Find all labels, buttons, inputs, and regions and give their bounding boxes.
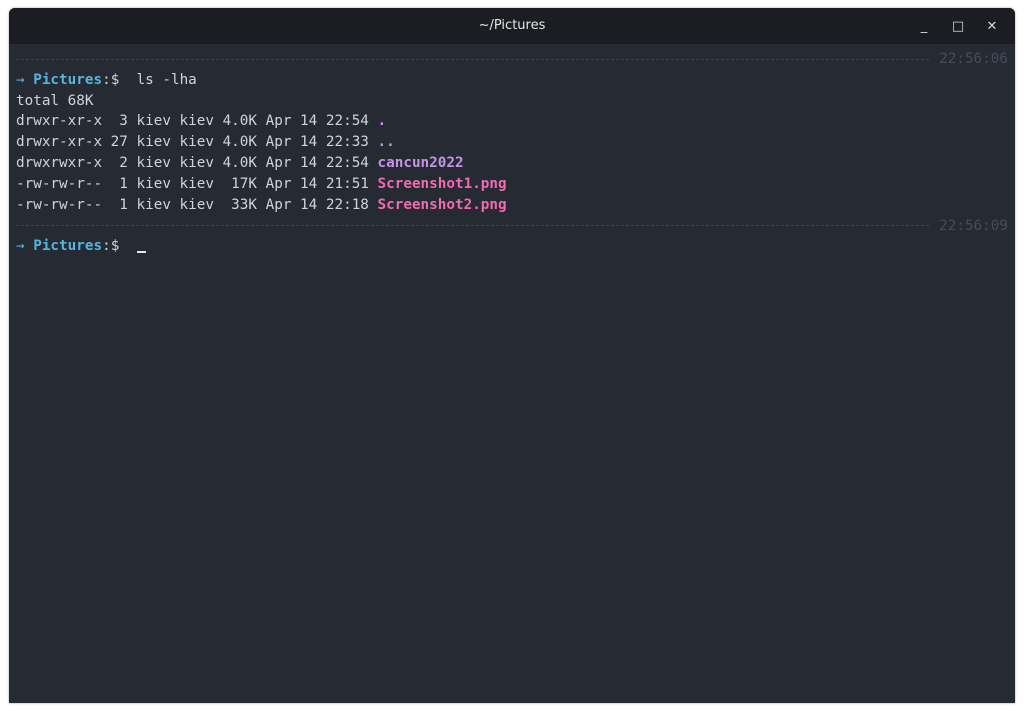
separator-rule — [16, 225, 930, 227]
terminal-output[interactable]: 22:56:06 → Pictures:$ ls -lha total 68K … — [9, 44, 1015, 703]
close-icon: ✕ — [986, 18, 998, 34]
listing-meta: drwxr-xr-x 3 kiev kiev 4.0K Apr 14 22:54 — [16, 113, 378, 130]
window-controls: _ □ ✕ — [907, 8, 1009, 44]
separator-rule — [16, 58, 930, 60]
prompt-line: → Pictures:$ ls -lha — [16, 70, 1008, 91]
close-button[interactable]: ✕ — [975, 8, 1009, 44]
listing-row: -rw-rw-r-- 1 kiev kiev 33K Apr 14 22:18 … — [16, 195, 1008, 216]
text-cursor — [136, 251, 146, 254]
listing-meta: -rw-rw-r-- 1 kiev kiev 33K Apr 14 22:18 — [16, 196, 378, 213]
command-separator: 22:56:09 — [16, 215, 1008, 236]
command-text: ls -lha — [136, 71, 197, 88]
listing-row: drwxr-xr-x 3 kiev kiev 4.0K Apr 14 22:54… — [16, 111, 1008, 132]
output-total: total 68K — [16, 92, 94, 109]
window-title: ~/Pictures — [478, 18, 546, 33]
prompt-directory: Pictures — [33, 238, 103, 255]
command-timestamp: 22:56:06 — [939, 51, 1008, 68]
listing-meta: -rw-rw-r-- 1 kiev kiev 17K Apr 14 21:51 — [16, 175, 378, 192]
prompt-directory: Pictures — [33, 71, 103, 88]
command-separator: 22:56:06 — [16, 49, 1008, 70]
maximize-icon: □ — [951, 18, 965, 34]
listing-meta: drwxr-xr-x 27 kiev kiev 4.0K Apr 14 22:3… — [16, 134, 378, 151]
listing-row: -rw-rw-r-- 1 kiev kiev 17K Apr 14 21:51 … — [16, 174, 1008, 195]
prompt-line[interactable]: → Pictures:$ — [16, 236, 1008, 257]
prompt-arrow-icon: → — [16, 71, 25, 88]
title-bar[interactable]: ~/Pictures _ □ ✕ — [9, 8, 1015, 44]
listing-row: drwxrwxr-x 2 kiev kiev 4.0K Apr 14 22:54… — [16, 153, 1008, 174]
listing-dir-name: . — [377, 113, 387, 130]
listing-file-name: Screenshot1.png — [377, 175, 507, 192]
maximize-button[interactable]: □ — [941, 8, 975, 44]
prompt-symbol: :$ — [102, 238, 120, 255]
listing-dir-name: cancun2022 — [377, 154, 464, 171]
minimize-icon: _ — [920, 18, 928, 34]
listing-meta: drwxrwxr-x 2 kiev kiev 4.0K Apr 14 22:54 — [16, 154, 378, 171]
terminal-window: ~/Pictures _ □ ✕ 22:56:06 → Pictures:$ l… — [9, 8, 1015, 703]
command-timestamp: 22:56:09 — [939, 217, 1008, 234]
minimize-button[interactable]: _ — [907, 8, 941, 44]
listing-dir-name: .. — [377, 134, 395, 151]
prompt-arrow-icon: → — [16, 238, 25, 255]
listing-file-name: Screenshot2.png — [377, 196, 507, 213]
listing-row: drwxr-xr-x 27 kiev kiev 4.0K Apr 14 22:3… — [16, 132, 1008, 153]
prompt-symbol: :$ — [102, 71, 120, 88]
